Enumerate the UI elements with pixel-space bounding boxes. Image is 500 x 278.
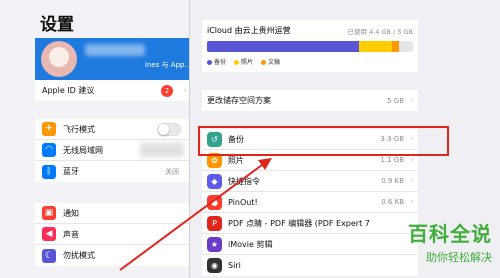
watermark: 百科全说 助你轻松解决 xyxy=(408,218,492,265)
watermark-sub: 助你轻松解决 xyxy=(426,251,492,264)
watermark-main: 百科全说 xyxy=(408,222,492,246)
